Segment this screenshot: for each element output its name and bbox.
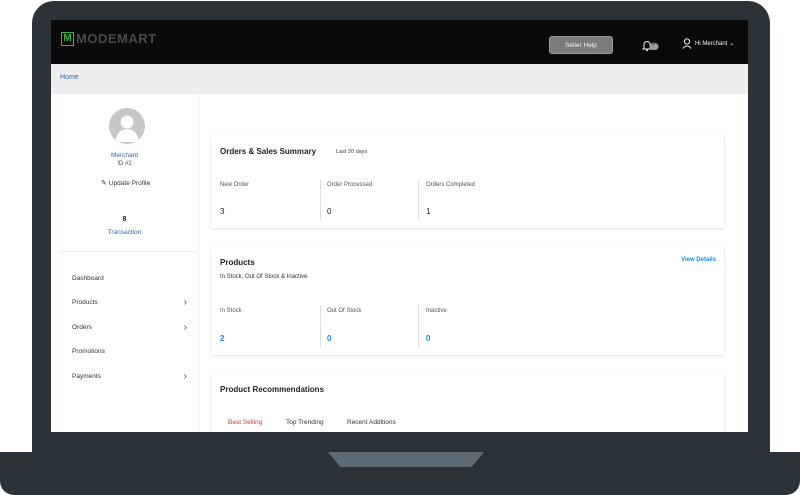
- orders-summary-title: Orders & Sales Summary: [220, 147, 317, 156]
- stat-label: New Order: [220, 182, 250, 188]
- divider: [418, 180, 419, 220]
- divider: [418, 305, 419, 347]
- stat-value[interactable]: 2: [220, 334, 224, 343]
- stat-value: 0: [327, 207, 332, 216]
- stat-label: Order Processed: [327, 182, 373, 188]
- stat-label: Out Of Stock: [327, 308, 362, 314]
- products-card: Products In Stock, Out Of Stock & Inacti…: [211, 247, 724, 355]
- stat-value: 1: [426, 207, 431, 216]
- user-icon: [682, 38, 692, 49]
- sidebar-item-label: Products: [72, 298, 98, 306]
- transaction-count: 8: [122, 216, 127, 223]
- merchant-name[interactable]: Merchant: [51, 152, 198, 159]
- avatar-placeholder-icon: [115, 115, 139, 142]
- user-greeting: Hi Merchant: [695, 40, 728, 47]
- logo-mark: M: [61, 31, 74, 46]
- app-screen: M MODEMART Seller Help 0 Hi Merchant ⌄ H…: [51, 20, 748, 432]
- chevron-right-icon: ›: [183, 296, 187, 308]
- breadcrumb-home[interactable]: Home: [60, 74, 79, 81]
- tab-top-trending[interactable]: Top Trending: [286, 419, 324, 426]
- recommendations-title: Product Recommendations: [220, 385, 325, 394]
- sidebar-item-products[interactable]: Products ›: [72, 295, 187, 309]
- chevron-right-icon: ›: [183, 321, 187, 333]
- tab-best-selling[interactable]: Best Selling: [228, 419, 262, 426]
- chevron-right-icon: ›: [183, 370, 187, 382]
- laptop-notch: [328, 452, 484, 467]
- logo-text: MODEMART: [76, 31, 157, 46]
- tab-recent-additions[interactable]: Recent Additions: [347, 419, 396, 426]
- user-menu[interactable]: Hi Merchant ⌄: [682, 38, 734, 49]
- view-details-link[interactable]: View Details: [681, 257, 716, 263]
- stat-value[interactable]: 0: [426, 334, 430, 343]
- products-subtitle: In Stock, Out Of Stock & Inactive: [220, 274, 308, 280]
- divider: [320, 305, 321, 347]
- chevron-down-icon: ⌄: [729, 41, 735, 47]
- stat-label: In Stock: [220, 308, 242, 314]
- sidebar-item-label: Promotions: [72, 347, 105, 355]
- pencil-icon: ✎: [101, 180, 107, 187]
- orders-summary-period: Last 30 days: [336, 149, 368, 155]
- sidebar: Merchant ID #2 ✎ Update Profile 8 Transa…: [51, 94, 199, 432]
- notification-count: 0: [652, 41, 655, 47]
- update-profile-link[interactable]: ✎ Update Profile: [101, 179, 151, 188]
- recommendations-card: Product Recommendations Best Selling Top…: [211, 373, 724, 432]
- stat-label: Inactive: [426, 308, 447, 314]
- sidebar-item-label: Payments: [72, 372, 101, 380]
- merchant-id: ID #2: [117, 161, 132, 167]
- stat-label: Orders Completed: [426, 182, 476, 188]
- divider: [59, 251, 197, 252]
- orders-summary-card: Orders & Sales Summary Last 30 days New …: [211, 135, 724, 228]
- sidebar-item-promotions[interactable]: Promotions: [72, 344, 187, 358]
- sidebar-item-payments[interactable]: Payments ›: [72, 369, 187, 383]
- bell-icon: [641, 40, 659, 52]
- sidebar-item-label: Dashboard: [72, 274, 104, 282]
- products-title: Products: [220, 258, 255, 267]
- sidebar-item-dashboard[interactable]: Dashboard: [72, 271, 187, 285]
- seller-help-button[interactable]: Seller Help: [549, 36, 613, 54]
- avatar: [109, 108, 145, 144]
- sidebar-item-label: Orders: [72, 323, 92, 331]
- breadcrumb: Home: [51, 64, 748, 94]
- stat-value[interactable]: 0: [327, 334, 331, 343]
- transaction-link[interactable]: Transaction: [51, 229, 198, 236]
- sidebar-item-orders[interactable]: Orders ›: [72, 320, 187, 334]
- logo[interactable]: M MODEMART: [61, 31, 157, 46]
- divider: [320, 180, 321, 220]
- notifications-button[interactable]: 0: [641, 39, 659, 52]
- stat-value: 3: [220, 207, 225, 216]
- update-profile-label: Update Profile: [108, 179, 151, 187]
- top-bar: M MODEMART Seller Help 0 Hi Merchant ⌄: [51, 20, 748, 64]
